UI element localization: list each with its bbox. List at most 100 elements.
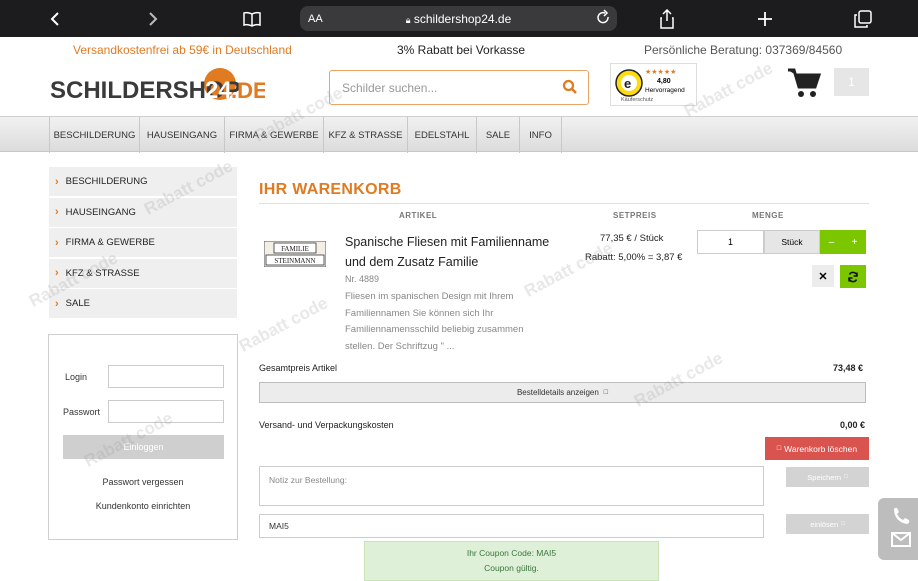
login-label: Login bbox=[65, 372, 88, 382]
address-bar[interactable]: AA 🔒︎ schildershop24.de bbox=[300, 6, 617, 31]
login-field[interactable] bbox=[108, 365, 224, 388]
promo-discount: 3% Rabatt bei Vorkasse bbox=[397, 43, 526, 57]
save-note-label: Speichern bbox=[807, 472, 842, 482]
rating-stars: ★★★★★ bbox=[645, 69, 677, 76]
page-title: IHR WARENKORB bbox=[259, 181, 402, 198]
chevron-right-icon: › bbox=[55, 206, 59, 219]
sidebar-item-firma-gewerbe[interactable]: › FIRMA & GEWERBE bbox=[49, 228, 237, 258]
category-sidebar: › BESCHILDERUNG › HAUSEINGANG › FIRMA & GEW… bbox=[49, 167, 237, 320]
product-thumbnail[interactable]: FAMILIE STEINMANN bbox=[263, 240, 327, 268]
update-cart-button[interactable] bbox=[840, 265, 866, 288]
password-field[interactable] bbox=[108, 400, 224, 423]
phone-icon bbox=[894, 507, 910, 524]
nav-edelstahl[interactable]: EDELSTAHL bbox=[407, 117, 476, 153]
unit-price: 77,35 € / Stück bbox=[600, 233, 664, 244]
sidebar-item-kfz-strasse[interactable]: › KFZ & STRASSE bbox=[49, 258, 237, 288]
nav-kfz-strasse[interactable]: KFZ & STRASSE bbox=[323, 117, 407, 153]
nav-firma-gewerbe[interactable]: FIRMA & GEWERBE bbox=[224, 117, 323, 153]
order-note-placeholder: Notiz zur Bestellung: bbox=[269, 475, 347, 485]
search-icon[interactable] bbox=[562, 79, 578, 100]
coupon-input[interactable]: MAI5 bbox=[259, 514, 764, 538]
share-icon[interactable] bbox=[656, 0, 678, 37]
order-details-label: Bestelldetails anzeigen bbox=[516, 388, 599, 397]
nav-info[interactable]: INFO bbox=[519, 117, 562, 153]
column-header-quantity: MENGE bbox=[752, 211, 784, 220]
save-note-button[interactable]: Speichern □ bbox=[786, 467, 869, 487]
product-name-link[interactable]: Spanische Fliesen mit Familienname und d… bbox=[345, 232, 560, 272]
bookmarks-icon[interactable] bbox=[240, 0, 264, 37]
quantity-unit: Stück bbox=[764, 230, 820, 254]
coupon-success-message: Ihr Coupon Code: MAI5 Coupon gültig. bbox=[364, 541, 659, 581]
thumb-line-1: FAMILIE bbox=[281, 245, 309, 253]
back-icon[interactable] bbox=[44, 0, 66, 37]
remove-item-button[interactable]: ✕ bbox=[812, 265, 834, 287]
order-note-textarea[interactable]: Notiz zur Bestellung: bbox=[259, 466, 764, 506]
promo-shipping: Versandkostenfrei ab 59€ in Deutschland bbox=[73, 43, 292, 57]
rating-label: Hervorragend bbox=[645, 87, 685, 94]
column-header-price: SETPREIS bbox=[613, 211, 657, 220]
lock-icon: 🔒︎ bbox=[405, 14, 411, 25]
password-label: Passwort bbox=[63, 407, 101, 417]
refresh-icon bbox=[848, 271, 858, 282]
chevron-right-icon: › bbox=[55, 236, 59, 249]
chevron-right-icon: › bbox=[55, 297, 59, 310]
chevron-right-icon: › bbox=[55, 175, 59, 188]
sidebar-item-hauseingang[interactable]: › HAUSEINGANG bbox=[49, 197, 237, 227]
order-details-toggle[interactable]: Bestelldetails anzeigen □ bbox=[259, 382, 866, 403]
logo-number: 24 bbox=[205, 77, 232, 104]
coupon-code-text: Ihr Coupon Code: MAI5 bbox=[466, 548, 557, 558]
trash-icon: □ bbox=[776, 445, 782, 452]
logo-tld: .DE bbox=[231, 78, 265, 103]
reload-icon[interactable] bbox=[597, 9, 611, 30]
forward-icon[interactable] bbox=[142, 0, 164, 37]
column-header-article: ARTIKEL bbox=[399, 211, 438, 220]
login-button[interactable]: Einloggen bbox=[63, 435, 224, 459]
total-value: 73,48 € bbox=[833, 363, 864, 373]
delete-cart-button[interactable]: □ Warenkorb löschen bbox=[765, 437, 869, 460]
quantity-increase-button[interactable]: + bbox=[843, 230, 866, 254]
save-icon: □ bbox=[844, 474, 848, 480]
discount-info: Rabatt: 5,00% = 3,87 € bbox=[585, 252, 683, 263]
url-value: schildershop24.de bbox=[413, 11, 512, 26]
close-icon: ✕ bbox=[818, 270, 828, 283]
product-description: Fliesen im spanischen Design mit Ihrem F… bbox=[345, 291, 524, 352]
chevron-right-icon: › bbox=[55, 267, 59, 280]
url-text: 🔒︎ schildershop24.de bbox=[300, 12, 617, 26]
rating-value: 4,80 bbox=[657, 78, 671, 85]
redeem-coupon-label: einlösen bbox=[810, 519, 839, 529]
sidebar-item-sale[interactable]: › SALE bbox=[49, 289, 237, 319]
quantity-decrease-button[interactable]: – bbox=[820, 230, 843, 254]
checkbox-icon: □ bbox=[603, 389, 609, 396]
shipping-value: 0,00 € bbox=[840, 420, 866, 430]
delete-cart-label: Warenkorb löschen bbox=[784, 443, 858, 454]
shop-logo[interactable]: SCHILDERSHOP 24 .DE bbox=[50, 64, 268, 108]
redeem-coupon-button[interactable]: einlösen □ bbox=[786, 514, 869, 534]
new-tab-icon[interactable] bbox=[754, 0, 776, 37]
cart-icon[interactable] bbox=[786, 66, 822, 105]
forgot-password-link[interactable]: Passwort vergessen bbox=[49, 477, 237, 487]
search-placeholder: Schilder suchen... bbox=[342, 81, 438, 95]
login-box: Login Passwort Einloggen Passwort verges… bbox=[48, 334, 238, 540]
tabs-overview-icon[interactable] bbox=[852, 0, 874, 37]
product-number: Nr. 4889 bbox=[345, 274, 380, 284]
redeem-icon: □ bbox=[841, 521, 845, 527]
browser-toolbar: AA 🔒︎ schildershop24.de bbox=[0, 0, 918, 37]
main-navigation: BESCHILDERUNG HAUSEINGANG FIRMA & GEWERB… bbox=[0, 116, 918, 153]
sidebar-item-label: HAUSEINGANG bbox=[65, 206, 136, 218]
quantity-input[interactable]: 1 bbox=[697, 230, 764, 254]
nav-hauseingang[interactable]: HAUSEINGANG bbox=[139, 117, 224, 153]
nav-sale[interactable]: SALE bbox=[476, 117, 519, 153]
contact-widget[interactable] bbox=[878, 498, 918, 560]
coupon-valid-text: Coupon gültig. bbox=[484, 563, 539, 573]
shipping-label: Versand- und Verpackungskosten bbox=[259, 420, 394, 430]
trust-sub: Käuferschutz bbox=[621, 97, 654, 103]
total-label: Gesamtpreis Artikel bbox=[259, 363, 338, 373]
nav-beschilderung[interactable]: BESCHILDERUNG bbox=[49, 117, 139, 153]
watermark: Rabatt code bbox=[235, 293, 331, 356]
trusted-shops-badge[interactable]: e ★★★★★ 4,80 Hervorragend Käuferschutz bbox=[610, 63, 697, 106]
sidebar-item-beschilderung[interactable]: › BESCHILDERUNG bbox=[49, 167, 237, 196]
register-link[interactable]: Kundenkonto einrichten bbox=[49, 501, 237, 511]
search-input[interactable]: Schilder suchen... bbox=[329, 70, 589, 105]
cart-count-badge[interactable]: 1 bbox=[834, 68, 869, 96]
promo-hotline: Persönliche Beratung: 037369/84560 bbox=[644, 43, 843, 57]
